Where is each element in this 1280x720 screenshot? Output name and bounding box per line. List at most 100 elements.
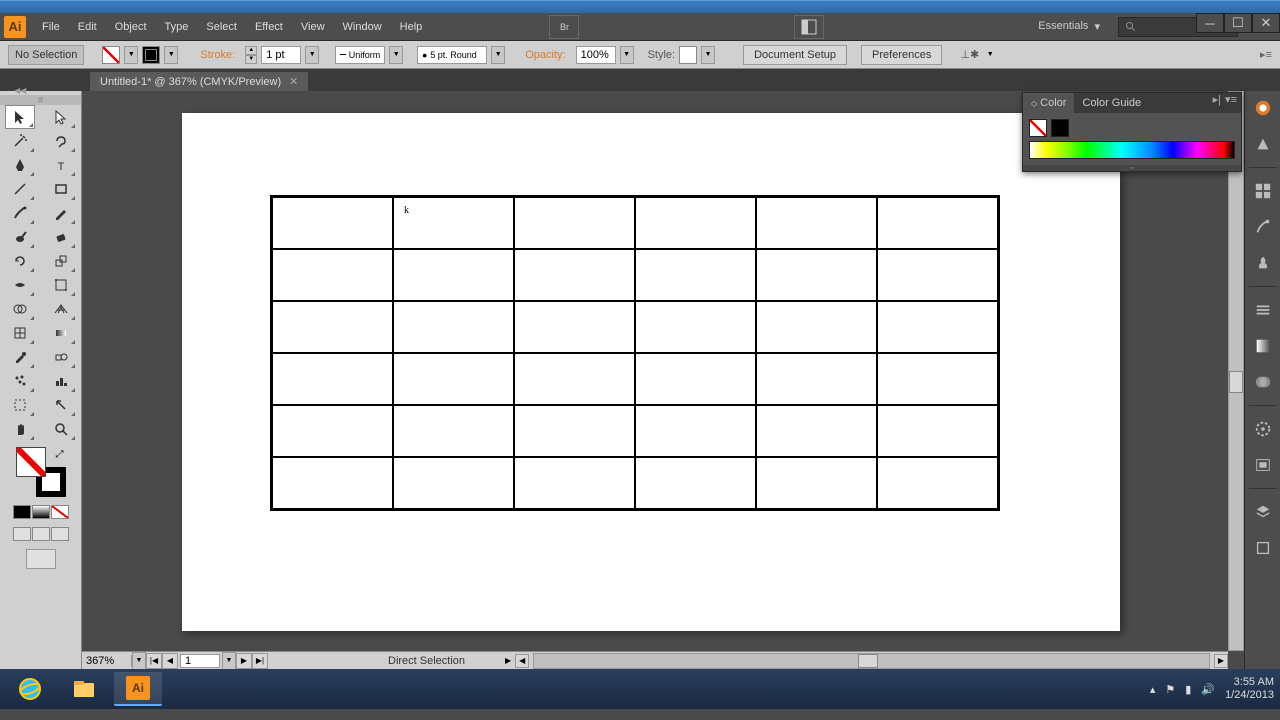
grid-cell[interactable] (877, 249, 998, 301)
gradient-tool[interactable] (46, 321, 76, 345)
panel-grip[interactable] (0, 95, 81, 105)
menu-view[interactable]: View (293, 17, 333, 37)
brush-dropdown[interactable]: ▼ (491, 46, 505, 64)
stroke-label[interactable]: Stroke: (194, 46, 241, 64)
grid-cell[interactable] (877, 197, 998, 249)
menu-help[interactable]: Help (392, 17, 431, 37)
maximize-button[interactable]: ☐ (1224, 13, 1252, 33)
paintbrush-tool[interactable] (5, 201, 35, 225)
fill-dropdown[interactable]: ▼ (124, 46, 138, 64)
profile-dropdown[interactable]: ▼ (389, 46, 403, 64)
brushes-panel-icon[interactable] (1250, 214, 1276, 240)
stroke-panel-icon[interactable] (1250, 297, 1276, 323)
gradient-mode-icon[interactable] (32, 505, 50, 519)
scroll-left-button[interactable]: ◀ (515, 654, 529, 668)
zoom-tool[interactable] (46, 417, 76, 441)
grid-cell[interactable] (272, 353, 393, 405)
fill-stroke-control[interactable]: ⤢ (16, 447, 66, 497)
controlbar-menu-icon[interactable]: ▸≡ (1260, 48, 1272, 61)
blob-brush-tool[interactable] (5, 225, 35, 249)
width-tool[interactable] (5, 273, 35, 297)
line-tool[interactable] (5, 177, 35, 201)
menu-file[interactable]: File (34, 17, 68, 37)
grid-cell[interactable] (514, 197, 635, 249)
grid-cell[interactable] (635, 457, 756, 509)
grid-cell[interactable] (756, 353, 877, 405)
brush-definition[interactable]: • 5 pt. Round (417, 46, 487, 64)
artboard-dropdown[interactable]: ▼ (222, 652, 236, 670)
vertical-scroll-thumb[interactable] (1229, 371, 1243, 393)
taskbar-illustrator-icon[interactable]: Ai (114, 672, 162, 706)
panel-menu-icon[interactable]: ▾≡ (1225, 93, 1237, 113)
menu-edit[interactable]: Edit (70, 17, 105, 37)
stroke-weight-spinner[interactable]: ▲▼ (245, 46, 257, 64)
close-button[interactable]: ✕ (1252, 13, 1280, 33)
magic-wand-tool[interactable] (5, 129, 35, 153)
workspace-selector[interactable]: Essentials ▾ (1028, 16, 1110, 37)
horizontal-scroll-thumb[interactable] (858, 654, 878, 668)
free-transform-tool[interactable] (46, 273, 76, 297)
draw-behind-icon[interactable] (32, 527, 50, 541)
panel-stroke-swatch[interactable] (1051, 119, 1069, 137)
rectangle-tool[interactable] (46, 177, 76, 201)
blend-tool[interactable] (46, 345, 76, 369)
menu-window[interactable]: Window (335, 17, 390, 37)
grid-cell[interactable] (514, 405, 635, 457)
slice-tool[interactable] (46, 393, 76, 417)
prev-artboard-button[interactable]: ◀ (162, 653, 178, 669)
layers-panel-icon[interactable] (1250, 499, 1276, 525)
menu-object[interactable]: Object (107, 17, 155, 37)
opacity-dropdown[interactable]: ▼ (620, 46, 634, 64)
grid-cell[interactable] (393, 301, 514, 353)
grid-cell[interactable] (272, 457, 393, 509)
color-mode-icon[interactable] (13, 505, 31, 519)
pencil-tool[interactable] (46, 201, 76, 225)
pen-tool[interactable] (5, 153, 35, 177)
column-graph-tool[interactable] (46, 369, 76, 393)
hand-tool[interactable] (5, 417, 35, 441)
preferences-button[interactable]: Preferences (861, 45, 942, 65)
menu-effect[interactable]: Effect (247, 17, 291, 37)
stroke-profile[interactable]: Uniform (335, 46, 385, 64)
grid-cell[interactable] (635, 405, 756, 457)
lasso-tool[interactable] (46, 129, 76, 153)
stroke-weight-input[interactable]: 1 pt (261, 46, 301, 64)
swap-fill-stroke-icon[interactable]: ⤢ (56, 449, 64, 460)
color-panel[interactable]: ◇Color Color Guide ▸| ▾≡ (1022, 92, 1242, 172)
grid-cell[interactable] (877, 457, 998, 509)
grid-cell[interactable] (756, 457, 877, 509)
grid-cell[interactable] (272, 197, 393, 249)
opacity-label[interactable]: Opacity: (519, 46, 571, 64)
stroke-weight-dropdown[interactable]: ▼ (305, 46, 319, 64)
volume-icon[interactable]: 🔊 (1201, 683, 1215, 696)
scroll-right-button[interactable]: ▶ (1214, 654, 1228, 668)
document-tab[interactable]: Untitled-1* @ 367% (CMYK/Preview) ✕ (90, 72, 308, 91)
fill-indicator[interactable] (16, 447, 46, 477)
grid-cell[interactable] (393, 405, 514, 457)
style-dropdown[interactable]: ▼ (701, 46, 715, 64)
grid-cell[interactable] (877, 301, 998, 353)
grid-cell[interactable] (756, 301, 877, 353)
direct-selection-tool[interactable] (46, 105, 76, 129)
color-guide-panel-icon[interactable] (1250, 131, 1276, 157)
minimize-button[interactable]: ─ (1196, 13, 1224, 33)
draw-normal-icon[interactable] (13, 527, 31, 541)
taskbar-clock[interactable]: 3:55 AM 1/24/2013 (1225, 676, 1274, 702)
rectangular-grid[interactable] (270, 195, 1000, 511)
document-setup-button[interactable]: Document Setup (743, 45, 847, 65)
opacity-input[interactable]: 100% (576, 46, 616, 64)
screen-mode-icon[interactable] (26, 549, 56, 569)
color-spectrum[interactable] (1029, 141, 1235, 159)
network-icon[interactable]: ▮ (1185, 683, 1191, 696)
mesh-tool[interactable] (5, 321, 35, 345)
swatches-panel-icon[interactable] (1250, 178, 1276, 204)
graphic-styles-panel-icon[interactable] (1250, 452, 1276, 478)
grid-cell[interactable] (514, 457, 635, 509)
grid-cell[interactable] (635, 353, 756, 405)
collapse-panel-icon[interactable]: ▸| (1213, 93, 1221, 113)
symbols-panel-icon[interactable] (1250, 250, 1276, 276)
grid-cell[interactable] (393, 249, 514, 301)
grid-cell[interactable] (756, 197, 877, 249)
grid-cell[interactable] (756, 405, 877, 457)
shape-builder-tool[interactable] (5, 297, 35, 321)
